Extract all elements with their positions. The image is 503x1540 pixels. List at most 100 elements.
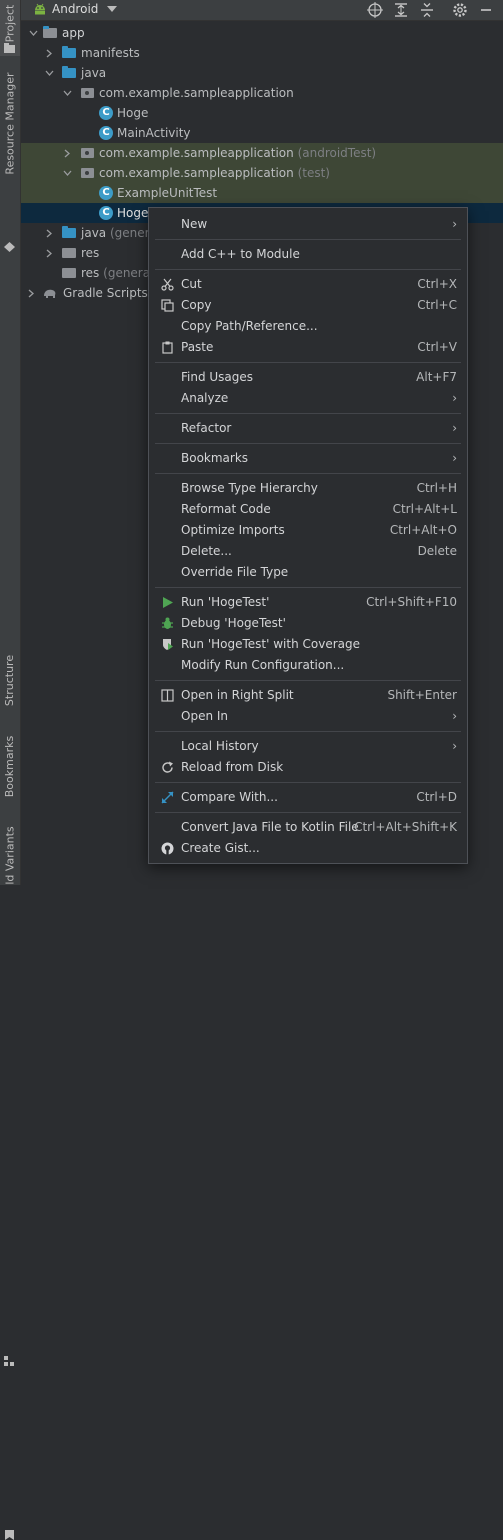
coverage-icon xyxy=(163,639,173,650)
tree-label: ExampleUnitTest xyxy=(117,186,218,200)
tree-node-package-main[interactable]: com.example.sampleapplication xyxy=(21,83,503,103)
menu-item-find-usages[interactable]: Find Usages Alt+F7 xyxy=(149,367,467,388)
tree-label: Hoge xyxy=(117,106,149,120)
menu-item-open-in[interactable]: Open In › xyxy=(149,706,467,727)
menu-item-bookmarks[interactable]: Bookmarks › xyxy=(149,448,467,469)
shortcut: Alt+F7 xyxy=(416,370,457,384)
menu-item-browse-hierarchy[interactable]: Browse Type Hierarchy Ctrl+H xyxy=(149,478,467,499)
menu-item-copy[interactable]: Copy Ctrl+C xyxy=(149,295,467,316)
shortcut: Ctrl+V xyxy=(417,340,457,354)
resource-folder-icon xyxy=(62,268,76,278)
chevron-right-icon[interactable] xyxy=(43,223,55,243)
menu-item-reload[interactable]: Reload from Disk xyxy=(149,757,467,778)
menu-item-convert-to-kotlin[interactable]: Convert Java File to Kotlin File Ctrl+Alt… xyxy=(149,817,467,838)
chevron-right-icon[interactable] xyxy=(43,43,55,63)
menu-item-label: Copy xyxy=(181,298,212,312)
chevron-down-icon[interactable] xyxy=(61,83,73,103)
gear-icon[interactable] xyxy=(451,1,469,19)
target-icon[interactable] xyxy=(366,1,384,19)
menu-item-open-right-split[interactable]: Open in Right Split Shift+Enter xyxy=(149,685,467,706)
chevron-down-icon[interactable] xyxy=(27,23,39,43)
compare-arrows-icon xyxy=(161,791,174,804)
menu-item-debug[interactable]: Debug 'HogeTest' xyxy=(149,613,467,634)
tree-label-group: com.example.sampleapplication (androidTe… xyxy=(99,143,376,163)
build-variants-tab[interactable]: ld Variants xyxy=(0,826,20,885)
resource-manager-label: Resource Manager xyxy=(3,71,17,175)
gradle-elephant-icon xyxy=(44,289,56,298)
menu-separator xyxy=(155,473,461,474)
menu-item-analyze[interactable]: Analyze › xyxy=(149,388,467,409)
menu-item-optimize-imports[interactable]: Optimize Imports Ctrl+Alt+O xyxy=(149,520,467,541)
menu-item-create-gist[interactable]: Create Gist... xyxy=(149,838,467,859)
menu-item-label: Reload from Disk xyxy=(181,760,284,774)
tree-node-example-unit-test[interactable]: C ExampleUnitTest xyxy=(21,183,503,203)
submenu-arrow-icon: › xyxy=(452,421,457,435)
menu-item-override-file-type[interactable]: Override File Type xyxy=(149,562,467,583)
menu-item-compare-with[interactable]: Compare With... Ctrl+D xyxy=(149,787,467,808)
submenu-arrow-icon: › xyxy=(452,709,457,723)
tree-node-app[interactable]: app xyxy=(21,23,503,43)
chevron-right-icon[interactable] xyxy=(43,243,55,263)
tree-node-package-test[interactable]: com.example.sampleapplication (test) xyxy=(21,163,503,183)
chevron-right-icon[interactable] xyxy=(25,283,37,303)
menu-item-reformat[interactable]: Reformat Code Ctrl+Alt+L xyxy=(149,499,467,520)
menu-item-delete[interactable]: Delete... Delete xyxy=(149,541,467,562)
menu-item-label: Open In xyxy=(181,709,229,723)
menu-item-label: Convert Java File to Kotlin File xyxy=(181,820,359,834)
menu-item-refactor[interactable]: Refactor › xyxy=(149,418,467,439)
shortcut: Ctrl+C xyxy=(417,298,457,312)
class-icon: C xyxy=(99,126,113,140)
menu-item-label: New xyxy=(181,217,208,231)
tree-node-package-android-test[interactable]: com.example.sampleapplication (androidTe… xyxy=(21,143,503,163)
menu-item-copy-path[interactable]: Copy Path/Reference... xyxy=(149,316,467,337)
menu-item-label: Compare With... xyxy=(181,790,278,804)
structure-tab[interactable]: Structure xyxy=(0,652,20,1366)
bookmarks-label: Bookmarks xyxy=(3,735,17,797)
menu-item-add-cpp[interactable]: Add C++ to Module xyxy=(149,244,467,265)
menu-separator xyxy=(155,782,461,783)
menu-item-modify-run-config[interactable]: Modify Run Configuration... xyxy=(149,655,467,676)
menu-item-local-history[interactable]: Local History › xyxy=(149,736,467,757)
chevron-down-icon[interactable] xyxy=(107,5,117,13)
tree-node-manifests[interactable]: manifests xyxy=(21,43,503,63)
resource-manager-tab[interactable]: Resource Manager xyxy=(0,70,20,252)
submenu-arrow-icon: › xyxy=(452,739,457,753)
menu-separator xyxy=(155,413,461,414)
submenu-arrow-icon: › xyxy=(452,217,457,231)
tree-node-java[interactable]: java xyxy=(21,63,503,83)
menu-separator xyxy=(155,362,461,363)
scissors-icon xyxy=(161,278,174,291)
tree-node-hoge[interactable]: C Hoge xyxy=(21,103,503,123)
view-mode-selector[interactable]: Android xyxy=(52,2,98,16)
menu-item-run-with-coverage[interactable]: Run 'HogeTest' with Coverage xyxy=(149,634,467,655)
expand-all-icon[interactable] xyxy=(392,1,410,19)
chevron-down-icon[interactable] xyxy=(43,63,55,83)
package-icon xyxy=(81,148,94,158)
chevron-down-icon[interactable] xyxy=(61,163,73,183)
shortcut: Ctrl+Shift+F10 xyxy=(366,595,457,609)
menu-item-cut[interactable]: Cut Ctrl+X xyxy=(149,274,467,295)
menu-item-label: Add C++ to Module xyxy=(181,247,300,261)
tree-label: java xyxy=(81,226,107,240)
menu-item-label: Debug 'HogeTest' xyxy=(181,616,286,630)
chevron-right-icon[interactable] xyxy=(61,143,73,163)
structure-icon xyxy=(4,1356,14,1366)
tree-label: Gradle Scripts xyxy=(63,286,148,300)
tree-node-main-activity[interactable]: C MainActivity xyxy=(21,123,503,143)
project-tool-tab[interactable]: Project xyxy=(0,0,20,56)
collapse-all-icon[interactable] xyxy=(418,1,436,19)
tree-label: app xyxy=(62,26,85,40)
menu-item-new[interactable]: New › xyxy=(149,214,467,235)
tree-label: res xyxy=(81,246,100,260)
shortcut: Ctrl+Alt+Shift+K xyxy=(354,820,457,834)
project-tab-label: Project xyxy=(3,4,17,42)
menu-item-paste[interactable]: Paste Ctrl+V xyxy=(149,337,467,358)
debug-bug-icon xyxy=(162,617,173,629)
bookmarks-tab[interactable]: Bookmarks xyxy=(0,735,20,1540)
tool-window-strip: Project Resource Manager Structure Bookm… xyxy=(0,0,21,1540)
minimize-icon[interactable] xyxy=(477,1,495,19)
menu-item-label: Create Gist... xyxy=(181,841,260,855)
menu-item-run[interactable]: Run 'HogeTest' Ctrl+Shift+F10 xyxy=(149,592,467,613)
menu-item-label: Delete... xyxy=(181,544,232,558)
menu-separator xyxy=(155,269,461,270)
